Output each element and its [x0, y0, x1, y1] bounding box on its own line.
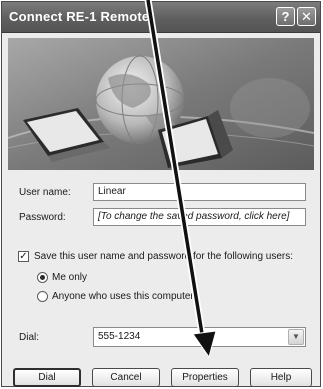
connect-dialog: Connect RE-1 Remote ? ✕ User name: Linea…: [1, 1, 321, 387]
password-input[interactable]: [To change the saved password, click her…: [93, 208, 306, 226]
title-bar[interactable]: Connect RE-1 Remote ? ✕: [2, 2, 320, 33]
help-icon[interactable]: ?: [276, 7, 295, 26]
radio-me-only[interactable]: [37, 272, 48, 283]
cancel-button[interactable]: Cancel: [92, 368, 160, 387]
password-label: Password:: [19, 212, 66, 223]
chevron-down-icon[interactable]: ▼: [288, 329, 304, 345]
user-name-input[interactable]: Linear: [93, 183, 306, 201]
dial-number-value: 555-1234: [98, 331, 141, 342]
radio-anyone-label: Anyone who uses this computer: [52, 291, 194, 302]
radio-anyone[interactable]: [37, 291, 48, 302]
radio-me-only-label: Me only: [52, 272, 88, 283]
dial-button[interactable]: Dial: [13, 368, 81, 387]
save-credentials-label: Save this user name and password for the…: [34, 251, 294, 262]
window-title: Connect RE-1 Remote: [9, 9, 150, 24]
close-icon[interactable]: ✕: [297, 7, 316, 26]
user-name-label: User name:: [19, 187, 71, 198]
properties-button[interactable]: Properties: [171, 368, 239, 387]
help-button[interactable]: Help: [250, 368, 312, 387]
save-credentials-checkbox[interactable]: ✓: [18, 251, 29, 262]
checkmark-icon: ✓: [19, 251, 28, 262]
dial-number-select[interactable]: 555-1234 ▼: [93, 327, 306, 347]
dial-label: Dial:: [19, 332, 40, 343]
network-banner-image: [8, 38, 314, 170]
